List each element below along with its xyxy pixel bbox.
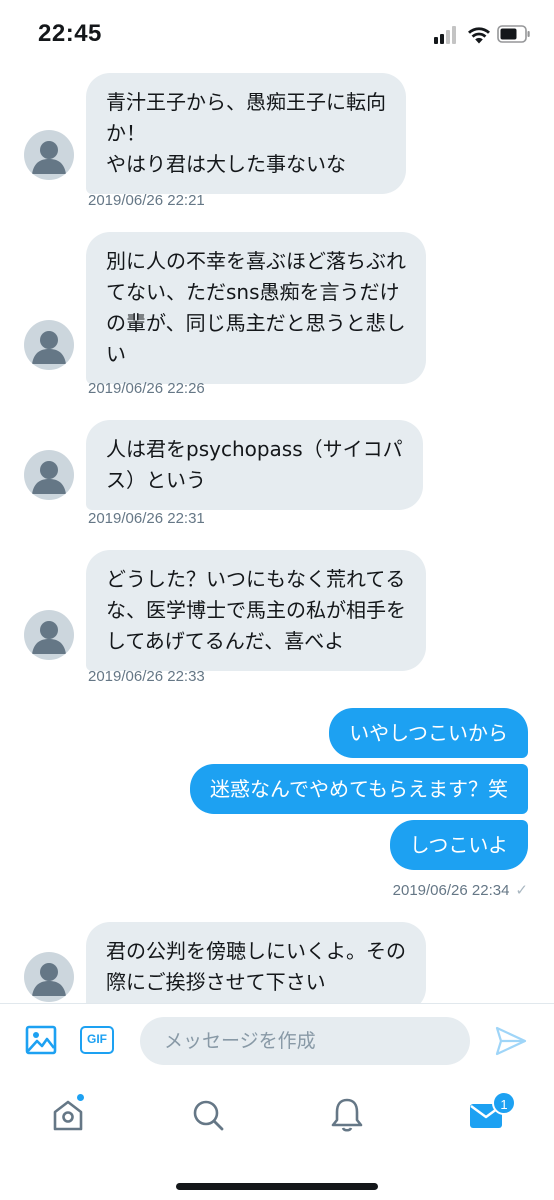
avatar[interactable] — [24, 130, 74, 180]
messages-unread-badge: 1 — [492, 1091, 516, 1115]
home-indicator — [176, 1183, 378, 1190]
message-input[interactable] — [140, 1017, 470, 1065]
message-bubble-received[interactable]: どうした？いつにもなく荒れてる な、医学博士で馬主の私が相手を してあげてるんだ… — [86, 550, 426, 671]
message-bubble-received[interactable]: 青汁王子から、愚痴王子に転向 か！ やはり君は大した事ないな — [86, 73, 406, 194]
battery-icon — [497, 25, 530, 43]
status-bar: 22:45 — [0, 0, 554, 70]
message-bubble-received[interactable]: 人は君をpsychopass（サイコパ ス）という — [86, 420, 423, 510]
default-avatar-icon — [32, 331, 66, 364]
message-timestamp: 2019/06/26 22:31 — [88, 510, 205, 527]
search-icon — [193, 1100, 224, 1131]
sent-timestamp: 2019/06/26 22:34 ✓ — [392, 882, 528, 899]
avatar[interactable] — [24, 450, 74, 500]
default-avatar-icon — [32, 461, 66, 494]
cellular-signal-icon — [434, 26, 460, 44]
message-bubble-sent[interactable]: 迷惑なんでやめてもらえます？笑 — [190, 764, 528, 814]
tab-search[interactable] — [188, 1095, 228, 1135]
default-avatar-icon — [32, 963, 66, 996]
avatar[interactable] — [24, 610, 74, 660]
avatar[interactable] — [24, 320, 74, 370]
default-avatar-icon — [32, 621, 66, 654]
message-composer: GIF — [0, 1003, 554, 1075]
image-icon[interactable] — [25, 1024, 57, 1056]
gif-button[interactable]: GIF — [80, 1026, 114, 1054]
notifications-icon — [331, 1098, 363, 1132]
tab-bar: 1 — [0, 1075, 554, 1200]
status-time: 22:45 — [38, 20, 102, 47]
message-bubble-sent[interactable]: いやしつこいから — [329, 708, 528, 758]
send-icon[interactable] — [494, 1024, 528, 1058]
wifi-icon — [468, 27, 490, 44]
message-timestamp: 2019/06/26 22:21 — [88, 192, 205, 209]
conversation-thread[interactable]: 青汁王子から、愚痴王子に転向 か！ やはり君は大した事ないな 2019/06/2… — [0, 70, 554, 1005]
home-notification-dot — [76, 1093, 85, 1102]
sent-check-icon: ✓ — [515, 882, 528, 899]
message-bubble-received[interactable]: 別に人の不幸を喜ぶほど落ちぶれ てない、ただsns愚痴を言うだけ の輩が、同じ馬… — [86, 232, 426, 384]
tab-notifications[interactable] — [327, 1095, 367, 1135]
message-timestamp: 2019/06/26 22:33 — [88, 668, 205, 685]
message-timestamp: 2019/06/26 22:26 — [88, 380, 205, 397]
default-avatar-icon — [32, 141, 66, 174]
message-bubble-sent[interactable]: しつこいよ — [389, 820, 528, 870]
avatar[interactable] — [24, 952, 74, 1002]
message-bubble-received[interactable]: 君の公判を傍聴しにいくよ。その 際にご挨拶させて下さい — [86, 922, 426, 1005]
